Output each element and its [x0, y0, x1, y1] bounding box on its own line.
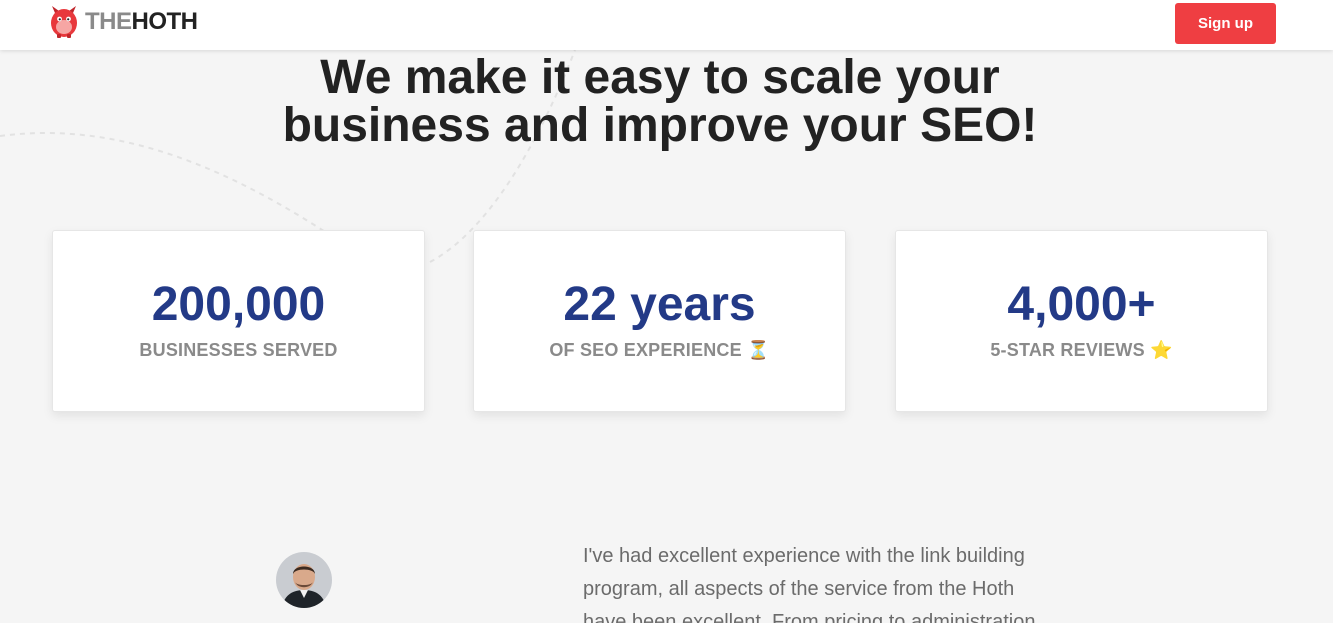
stat-label: 5-STAR REVIEWS ⭐: [990, 340, 1173, 360]
site-header: THEHOTH Sign up: [0, 0, 1333, 50]
hero-title-line-1: We make it easy to scale your: [320, 51, 1000, 104]
site-logo[interactable]: THEHOTH: [49, 5, 198, 39]
stat-value: 4,000+: [1007, 278, 1156, 331]
logo-wordmark: THEHOTH: [85, 10, 198, 34]
hoth-mascot-icon: [51, 6, 77, 38]
stat-label: OF SEO EXPERIENCE ⏳: [549, 340, 770, 360]
stat-value: 22 years: [563, 278, 756, 331]
stat-card-experience: 22 years OF SEO EXPERIENCE ⏳: [473, 230, 846, 412]
stat-value: 200,000: [151, 278, 326, 331]
logo-the: THE: [85, 8, 132, 35]
stat-card-reviews: 4,000+ 5-STAR REVIEWS ⭐: [895, 230, 1268, 412]
hero-title: We make it easy to scale your business a…: [200, 54, 1120, 150]
testimonial-avatar: [276, 552, 332, 608]
hero-title-line-2: business and improve your SEO!: [282, 99, 1038, 152]
signup-button[interactable]: Sign up: [1175, 3, 1276, 44]
logo-hoth: HOTH: [131, 8, 199, 35]
stat-card-businesses: 200,000 BUSINESSES SERVED: [52, 230, 425, 412]
testimonial-text: I've had excellent experience with the l…: [583, 545, 1036, 623]
stat-label: BUSINESSES SERVED: [139, 340, 338, 360]
